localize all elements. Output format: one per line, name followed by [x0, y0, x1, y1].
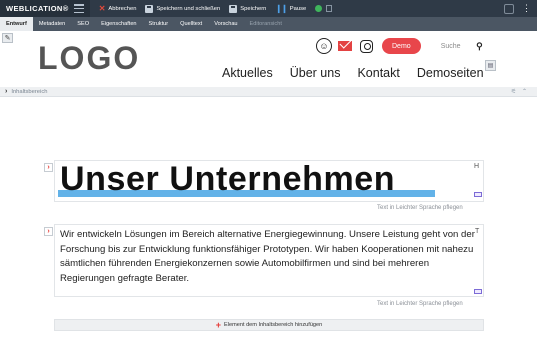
tab-entwurf[interactable]: Entwurf [0, 17, 33, 31]
pause-label: Pause [289, 5, 307, 12]
search-placeholder: Suche [440, 42, 461, 50]
save-icon [229, 4, 238, 13]
tab-vorschau[interactable]: Vorschau [208, 17, 243, 31]
main-navigation: Aktuelles Über uns Kontakt Demoseiten [222, 66, 501, 80]
chevron-right-icon[interactable]: › [5, 88, 7, 95]
document-icon[interactable] [326, 5, 333, 12]
header-icons: ☺ Demo Suche ⚲ [316, 38, 487, 54]
tab-quelltext[interactable]: Quelltext [174, 17, 208, 31]
tab-eigenschaften[interactable]: Eigenschaften [95, 17, 142, 31]
pause-icon: ❙❙ [275, 3, 287, 13]
content-area-label: Inhaltsbereich [11, 88, 48, 95]
area-settings-icon[interactable]: ⚟ ⌃ [511, 88, 529, 95]
page-heading[interactable]: Unser Unternehmen [60, 160, 395, 199]
instagram-icon[interactable] [360, 39, 373, 53]
search-field[interactable]: Suche ⚲ [426, 38, 487, 54]
demo-button[interactable]: Demo [382, 38, 421, 54]
site-logo[interactable]: LOGO [38, 40, 140, 77]
tab-editoransicht: Editoransicht [249, 21, 282, 27]
heading-element-marker[interactable]: › [44, 163, 53, 172]
paragraph-text[interactable]: Wir entwickeln Lösungen im Bereich alter… [60, 228, 480, 286]
top-toolbar: WEBLICATION® ✕ Abbrechen Speichern und s… [0, 0, 537, 17]
menu-icon [73, 4, 84, 13]
edit-pencil-icon[interactable]: ✎ [2, 33, 13, 43]
paragraph-format-icon[interactable]: T [475, 228, 479, 235]
nav-item-demoseiten[interactable]: Demoseiten [417, 66, 484, 80]
editor-tabs: Entwurf Metadaten SEO Eigenschaften Stru… [0, 17, 537, 31]
nav-item-ueber-uns[interactable]: Über uns [290, 66, 341, 80]
tab-metadaten[interactable]: Metadaten [33, 17, 71, 31]
search-icon[interactable]: ⚲ [476, 41, 483, 52]
plus-icon: + [215, 319, 221, 330]
close-icon: ✕ [98, 3, 106, 13]
paragraph-element-marker[interactable]: › [44, 227, 53, 236]
paragraph-easy-language-hint[interactable]: Text in Leichter Sprache pflegen [377, 301, 463, 307]
nav-item-aktuelles[interactable]: Aktuelles [222, 66, 273, 80]
tab-seo[interactable]: SEO [71, 17, 95, 31]
pause-button[interactable]: ❙❙ Pause [275, 3, 307, 13]
cancel-label: Abbrechen [108, 5, 137, 12]
save-close-icon [145, 4, 154, 13]
add-element-label: Element dem Inhaltsbereich hinzufügen [224, 322, 323, 328]
heading-format-icon[interactable]: H [474, 163, 479, 170]
paragraph-tag-icon[interactable] [474, 289, 482, 294]
nav-item-kontakt[interactable]: Kontakt [357, 66, 399, 80]
save-and-close-button[interactable]: Speichern und schließen [145, 4, 221, 13]
toolbar-right: ⋮ [504, 3, 537, 14]
accessibility-icon[interactable]: ☺ [316, 38, 332, 54]
more-options-icon[interactable]: ⋮ [522, 4, 531, 13]
add-element-button[interactable]: + Element dem Inhaltsbereich hinzufügen [54, 319, 484, 331]
brand-menu[interactable]: WEBLICATION® [0, 0, 90, 17]
check-circle-icon[interactable] [315, 5, 323, 12]
mail-icon[interactable] [338, 41, 352, 51]
save-and-close-label: Speichern und schließen [156, 5, 221, 12]
cancel-button[interactable]: ✕ Abbrechen [98, 3, 137, 13]
brand-name: WEBLICATION® [6, 4, 69, 13]
tab-struktur[interactable]: Struktur [143, 17, 175, 31]
heading-tag-icon[interactable] [474, 192, 482, 197]
save-button[interactable]: Speichern [229, 4, 267, 13]
save-label: Speichern [240, 5, 267, 12]
content-area-bar[interactable]: › Inhaltsbereich ⚟ ⌃ [0, 87, 537, 97]
heading-easy-language-hint[interactable]: Text in Leichter Sprache pflegen [377, 205, 463, 211]
window-icon[interactable] [504, 3, 514, 14]
nav-edit-handle-icon[interactable]: ▤ [485, 60, 496, 71]
